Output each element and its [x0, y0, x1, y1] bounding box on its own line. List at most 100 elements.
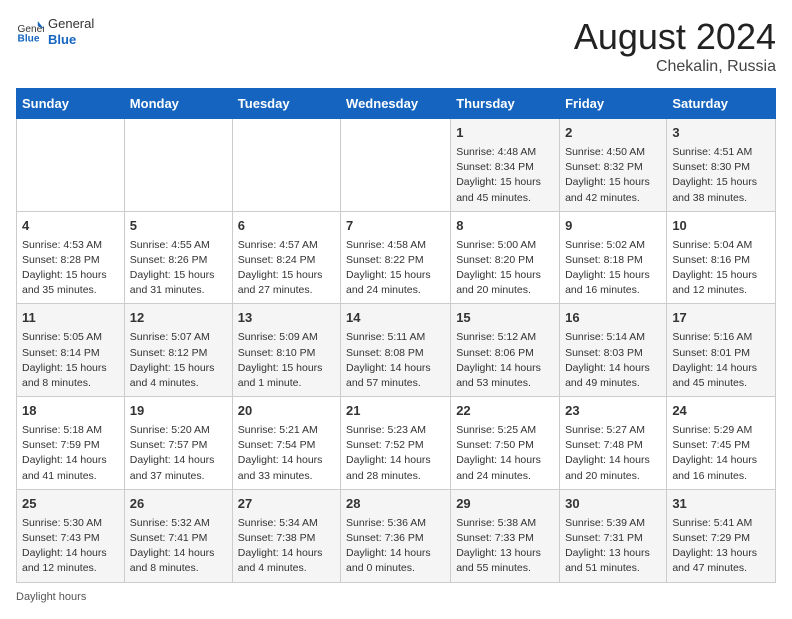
cell-info: Sunrise: 5:30 AM Sunset: 7:43 PM Dayligh… [22, 516, 119, 577]
calendar-cell: 23 Sunrise: 5:27 AM Sunset: 7:48 PM Dayli… [560, 397, 667, 490]
cell-info: Sunrise: 5:02 AM Sunset: 8:18 PM Dayligh… [565, 238, 661, 299]
logo-blue-text: Blue [48, 32, 94, 48]
cell-info: Sunrise: 5:05 AM Sunset: 8:14 PM Dayligh… [22, 330, 119, 391]
calendar-cell: 8 Sunrise: 5:00 AM Sunset: 8:20 PM Daylig… [451, 211, 560, 304]
cell-info: Sunrise: 5:29 AM Sunset: 7:45 PM Dayligh… [672, 423, 770, 484]
cell-info: Sunrise: 5:36 AM Sunset: 7:36 PM Dayligh… [346, 516, 445, 577]
calendar-cell: 10 Sunrise: 5:04 AM Sunset: 8:16 PM Dayli… [667, 211, 776, 304]
cell-info: Sunrise: 5:41 AM Sunset: 7:29 PM Dayligh… [672, 516, 770, 577]
calendar-cell: 29 Sunrise: 5:38 AM Sunset: 7:33 PM Dayli… [451, 489, 560, 582]
day-number: 8 [456, 217, 554, 236]
location-subtitle: Chekalin, Russia [574, 58, 776, 76]
cell-info: Sunrise: 5:25 AM Sunset: 7:50 PM Dayligh… [456, 423, 554, 484]
day-number: 4 [22, 217, 119, 236]
calendar-cell: 7Sunrise: 4:58 AM Sunset: 8:22 PM Daylig… [341, 211, 451, 304]
logo: General Blue General Blue [16, 16, 94, 47]
calendar-cell: 22 Sunrise: 5:25 AM Sunset: 7:50 PM Dayli… [451, 397, 560, 490]
day-number: 29 [456, 495, 554, 514]
day-number: 26 [130, 495, 227, 514]
calendar-cell: 6 Sunrise: 4:57 AM Sunset: 8:24 PM Daylig… [232, 211, 340, 304]
cell-info: Sunrise: 4:48 AM Sunset: 8:34 PM Dayligh… [456, 145, 554, 206]
day-number: 6 [238, 217, 335, 236]
weekday-header-monday: Monday [124, 89, 232, 119]
cell-info: Sunrise: 5:16 AM Sunset: 8:01 PM Dayligh… [672, 330, 770, 391]
day-number: 19 [130, 402, 227, 421]
cell-info: Sunrise: 5:04 AM Sunset: 8:16 PM Dayligh… [672, 238, 770, 299]
svg-text:Blue: Blue [18, 33, 40, 44]
cell-info: Sunrise: 4:53 AM Sunset: 8:28 PM Dayligh… [22, 238, 119, 299]
day-number: 15 [456, 309, 554, 328]
cell-info: Sunrise: 5:27 AM Sunset: 7:48 PM Dayligh… [565, 423, 661, 484]
calendar-cell [341, 119, 451, 212]
day-number: 1 [456, 124, 554, 143]
calendar-cell: 26 Sunrise: 5:32 AM Sunset: 7:41 PM Dayli… [124, 489, 232, 582]
weekday-header-row: SundayMondayTuesdayWednesdayThursdayFrid… [17, 89, 776, 119]
cell-info: Sunrise: 5:11 AM Sunset: 8:08 PM Dayligh… [346, 330, 445, 391]
week-row-1: 1 Sunrise: 4:48 AM Sunset: 8:34 PM Daylig… [17, 119, 776, 212]
day-number: 23 [565, 402, 661, 421]
day-number: 2 [565, 124, 661, 143]
calendar-table: SundayMondayTuesdayWednesdayThursdayFrid… [16, 88, 776, 583]
day-number: 24 [672, 402, 770, 421]
calendar-cell: 9 Sunrise: 5:02 AM Sunset: 8:18 PM Daylig… [560, 211, 667, 304]
calendar-cell: 14 Sunrise: 5:11 AM Sunset: 8:08 PM Dayli… [341, 304, 451, 397]
cell-info: Sunrise: 5:14 AM Sunset: 8:03 PM Dayligh… [565, 330, 661, 391]
logo-text: General Blue [48, 16, 94, 47]
day-number: 10 [672, 217, 770, 236]
calendar-cell: 3 Sunrise: 4:51 AM Sunset: 8:30 PM Daylig… [667, 119, 776, 212]
cell-info: Sunrise: 5:00 AM Sunset: 8:20 PM Dayligh… [456, 238, 554, 299]
footer-note: Daylight hours [16, 591, 776, 603]
day-number: 12 [130, 309, 227, 328]
day-number: 14 [346, 309, 445, 328]
weekday-header-friday: Friday [560, 89, 667, 119]
day-number: 28 [346, 495, 445, 514]
calendar-cell: 13Sunrise: 5:09 AM Sunset: 8:10 PM Dayli… [232, 304, 340, 397]
calendar-cell: 17Sunrise: 5:16 AM Sunset: 8:01 PM Dayli… [667, 304, 776, 397]
calendar-cell: 28 Sunrise: 5:36 AM Sunset: 7:36 PM Dayli… [341, 489, 451, 582]
calendar-cell [124, 119, 232, 212]
day-number: 5 [130, 217, 227, 236]
cell-info: Sunrise: 4:51 AM Sunset: 8:30 PM Dayligh… [672, 145, 770, 206]
calendar-cell: 31Sunrise: 5:41 AM Sunset: 7:29 PM Dayli… [667, 489, 776, 582]
title-block: August 2024 Chekalin, Russia [574, 16, 776, 76]
calendar-cell: 25 Sunrise: 5:30 AM Sunset: 7:43 PM Dayli… [17, 489, 125, 582]
weekday-header-tuesday: Tuesday [232, 89, 340, 119]
day-number: 18 [22, 402, 119, 421]
weekday-header-wednesday: Wednesday [341, 89, 451, 119]
logo-icon: General Blue [16, 18, 44, 46]
cell-info: Sunrise: 5:12 AM Sunset: 8:06 PM Dayligh… [456, 330, 554, 391]
calendar-cell [232, 119, 340, 212]
cell-info: Sunrise: 4:55 AM Sunset: 8:26 PM Dayligh… [130, 238, 227, 299]
day-number: 30 [565, 495, 661, 514]
cell-info: Sunrise: 5:38 AM Sunset: 7:33 PM Dayligh… [456, 516, 554, 577]
week-row-3: 11Sunrise: 5:05 AM Sunset: 8:14 PM Dayli… [17, 304, 776, 397]
cell-info: Sunrise: 5:39 AM Sunset: 7:31 PM Dayligh… [565, 516, 661, 577]
cell-info: Sunrise: 5:20 AM Sunset: 7:57 PM Dayligh… [130, 423, 227, 484]
cell-info: Sunrise: 5:23 AM Sunset: 7:52 PM Dayligh… [346, 423, 445, 484]
cell-info: Sunrise: 5:18 AM Sunset: 7:59 PM Dayligh… [22, 423, 119, 484]
cell-info: Sunrise: 5:32 AM Sunset: 7:41 PM Dayligh… [130, 516, 227, 577]
calendar-cell: 16 Sunrise: 5:14 AM Sunset: 8:03 PM Dayli… [560, 304, 667, 397]
weekday-header-thursday: Thursday [451, 89, 560, 119]
calendar-cell: 21 Sunrise: 5:23 AM Sunset: 7:52 PM Dayli… [341, 397, 451, 490]
day-number: 9 [565, 217, 661, 236]
day-number: 20 [238, 402, 335, 421]
day-number: 16 [565, 309, 661, 328]
daylight-label: Daylight hours [16, 591, 86, 603]
day-number: 27 [238, 495, 335, 514]
week-row-5: 25 Sunrise: 5:30 AM Sunset: 7:43 PM Dayli… [17, 489, 776, 582]
calendar-cell: 18 Sunrise: 5:18 AM Sunset: 7:59 PM Dayli… [17, 397, 125, 490]
calendar-cell: 20Sunrise: 5:21 AM Sunset: 7:54 PM Dayli… [232, 397, 340, 490]
calendar-cell: 11Sunrise: 5:05 AM Sunset: 8:14 PM Dayli… [17, 304, 125, 397]
day-number: 22 [456, 402, 554, 421]
calendar-cell: 15 Sunrise: 5:12 AM Sunset: 8:06 PM Dayli… [451, 304, 560, 397]
day-number: 21 [346, 402, 445, 421]
cell-info: Sunrise: 4:57 AM Sunset: 8:24 PM Dayligh… [238, 238, 335, 299]
day-number: 3 [672, 124, 770, 143]
calendar-cell: 5 Sunrise: 4:55 AM Sunset: 8:26 PM Daylig… [124, 211, 232, 304]
day-number: 25 [22, 495, 119, 514]
calendar-cell: 24 Sunrise: 5:29 AM Sunset: 7:45 PM Dayli… [667, 397, 776, 490]
calendar-cell: 12Sunrise: 5:07 AM Sunset: 8:12 PM Dayli… [124, 304, 232, 397]
cell-info: Sunrise: 4:50 AM Sunset: 8:32 PM Dayligh… [565, 145, 661, 206]
week-row-2: 4 Sunrise: 4:53 AM Sunset: 8:28 PM Daylig… [17, 211, 776, 304]
